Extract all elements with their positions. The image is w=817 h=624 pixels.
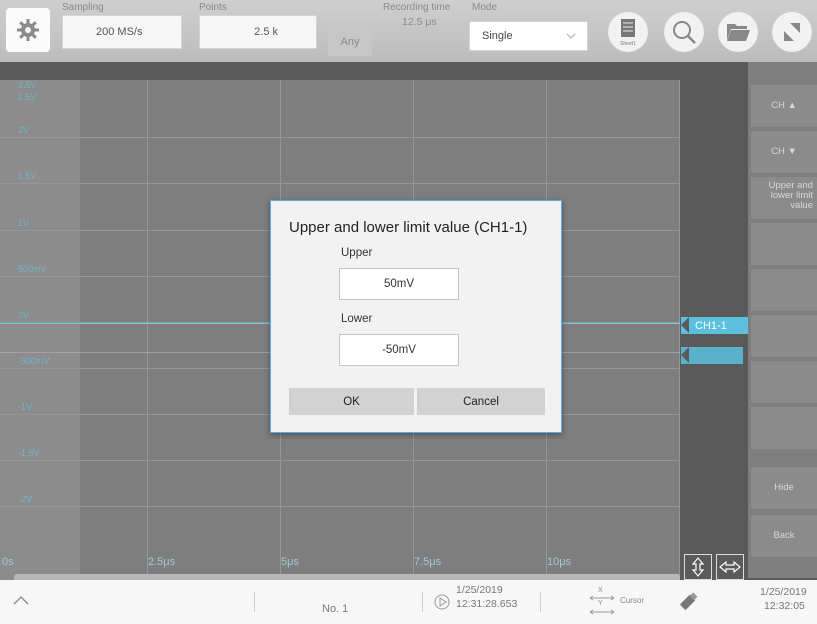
upper-label: Upper (341, 247, 373, 259)
lower-value: -50mV (382, 344, 416, 356)
recording-time-label: Recording time (383, 2, 451, 13)
cursor-button[interactable]: X Y Cursor (587, 584, 657, 620)
plot-label-strip (0, 80, 80, 580)
y-axis-label: 500mV (18, 264, 47, 274)
open-folder-button[interactable] (718, 12, 758, 52)
ch-down-button[interactable]: CH ▼ (751, 131, 817, 173)
search-button[interactable] (664, 12, 704, 52)
y-axis-label: -1.5V (18, 448, 40, 458)
cancel-button[interactable]: Cancel (417, 388, 545, 415)
y-axis-label: 2.5V (18, 92, 37, 102)
ch1-marker-label: CH1-1 (695, 319, 727, 332)
ch2-marker[interactable]: CH1-2 (681, 347, 743, 364)
points-value: 2.5 k (254, 26, 278, 38)
right-side-panel: CH ▲ CH ▼ Upper and lower limit value Hi… (748, 62, 817, 578)
gridline (0, 137, 680, 138)
recording-time-value: 12.5 μs (402, 16, 437, 28)
gridline (679, 80, 680, 580)
side-button-empty[interactable] (751, 269, 817, 311)
sampling-field[interactable]: 200 MS/s (62, 15, 182, 49)
side-button-empty[interactable] (751, 315, 817, 357)
cursor-y-arrow-icon (589, 609, 615, 615)
any-button[interactable]: Any (328, 27, 372, 56)
divider (422, 592, 423, 612)
side-button-empty[interactable] (751, 407, 817, 449)
play-icon[interactable] (434, 594, 450, 610)
clock-time: 12:32:05 (764, 600, 805, 612)
chevron-down-icon (566, 33, 576, 39)
y-axis-label: 2.5V (18, 80, 37, 90)
record-number: No. 1 (322, 603, 349, 615)
vertical-zoom-button[interactable] (684, 554, 712, 580)
y-axis-label: -1V (18, 402, 33, 412)
y-axis-label: 2V (18, 125, 30, 135)
horizontal-arrows-icon (719, 560, 741, 574)
x-axis-label: 5μs (281, 556, 299, 568)
side-button-empty[interactable] (751, 223, 817, 265)
side-button-empty[interactable] (751, 361, 817, 403)
divider (254, 592, 255, 612)
expand-button[interactable] (772, 12, 812, 52)
status-bar: No. 1 1/25/2019 12:31:28.653 X Y Cursor … (0, 580, 817, 624)
vertical-arrows-icon (691, 557, 705, 577)
upper-lower-limit-button[interactable]: Upper and lower limit value (751, 177, 817, 219)
search-icon (673, 21, 696, 44)
expand-icon (784, 23, 800, 41)
cursor-x-label: X (598, 587, 603, 594)
gridline (0, 506, 680, 507)
y-axis-label: 0V (18, 310, 30, 320)
top-toolbar: Sampling 200 MS/s Points 2.5 k Any Recor… (0, 0, 817, 62)
ch-up-button[interactable]: CH ▲ (751, 85, 817, 127)
x-axis-label: 10μs (547, 556, 572, 568)
record-time: 12:31:28.653 (456, 598, 518, 610)
ch1-marker[interactable]: CH1-1 (681, 317, 749, 334)
mode-label: Mode (472, 2, 498, 13)
sampling-value: 200 MS/s (96, 26, 143, 38)
lower-input[interactable]: -50mV (339, 334, 459, 366)
folder-icon (727, 24, 750, 41)
cursor-y-label: Y (598, 600, 603, 607)
mode-value: Single (482, 30, 513, 42)
sheet-label: Sheet1 (620, 41, 636, 47)
lower-label: Lower (341, 313, 373, 325)
sampling-label: Sampling (62, 2, 104, 13)
x-axis-label: 0s (2, 556, 14, 568)
ch2-marker-label: CH1-2 (695, 349, 727, 362)
gridline (0, 183, 680, 184)
gridline (147, 80, 148, 580)
y-axis-label: 1.5V (18, 171, 37, 181)
upper-input[interactable]: 50mV (339, 268, 459, 300)
ok-button[interactable]: OK (289, 388, 414, 415)
chevron-up-icon[interactable] (12, 594, 30, 606)
back-button[interactable]: Back (751, 515, 817, 557)
points-field[interactable]: 2.5 k (199, 15, 317, 49)
divider (540, 592, 541, 612)
limit-value-dialog: Upper and lower limit value (CH1-1) Uppe… (270, 200, 562, 433)
record-date: 1/25/2019 (456, 584, 503, 596)
horizontal-zoom-button[interactable] (716, 554, 744, 580)
gridline (0, 460, 680, 461)
hide-button[interactable]: Hide (751, 467, 817, 509)
x-axis-label: 2.5μs (148, 556, 176, 568)
settings-button[interactable] (6, 8, 50, 52)
y-axis-label: -2V (18, 494, 33, 504)
upper-value: 50mV (383, 278, 415, 290)
cursor-label: Cursor (620, 596, 645, 605)
usb-drive-icon[interactable] (676, 588, 702, 614)
gear-icon (17, 19, 39, 41)
sheet-button[interactable]: Sheet1 (608, 12, 648, 52)
y-axis-label: -500mV (18, 356, 50, 366)
x-axis-label: 7.5μs (414, 556, 442, 568)
clock-date: 1/25/2019 (760, 586, 807, 598)
points-label: Points (199, 2, 227, 13)
dialog-title: Upper and lower limit value (CH1-1) (289, 219, 528, 236)
mode-select[interactable]: Single (469, 21, 588, 51)
y-axis-label: 1V (18, 218, 30, 228)
